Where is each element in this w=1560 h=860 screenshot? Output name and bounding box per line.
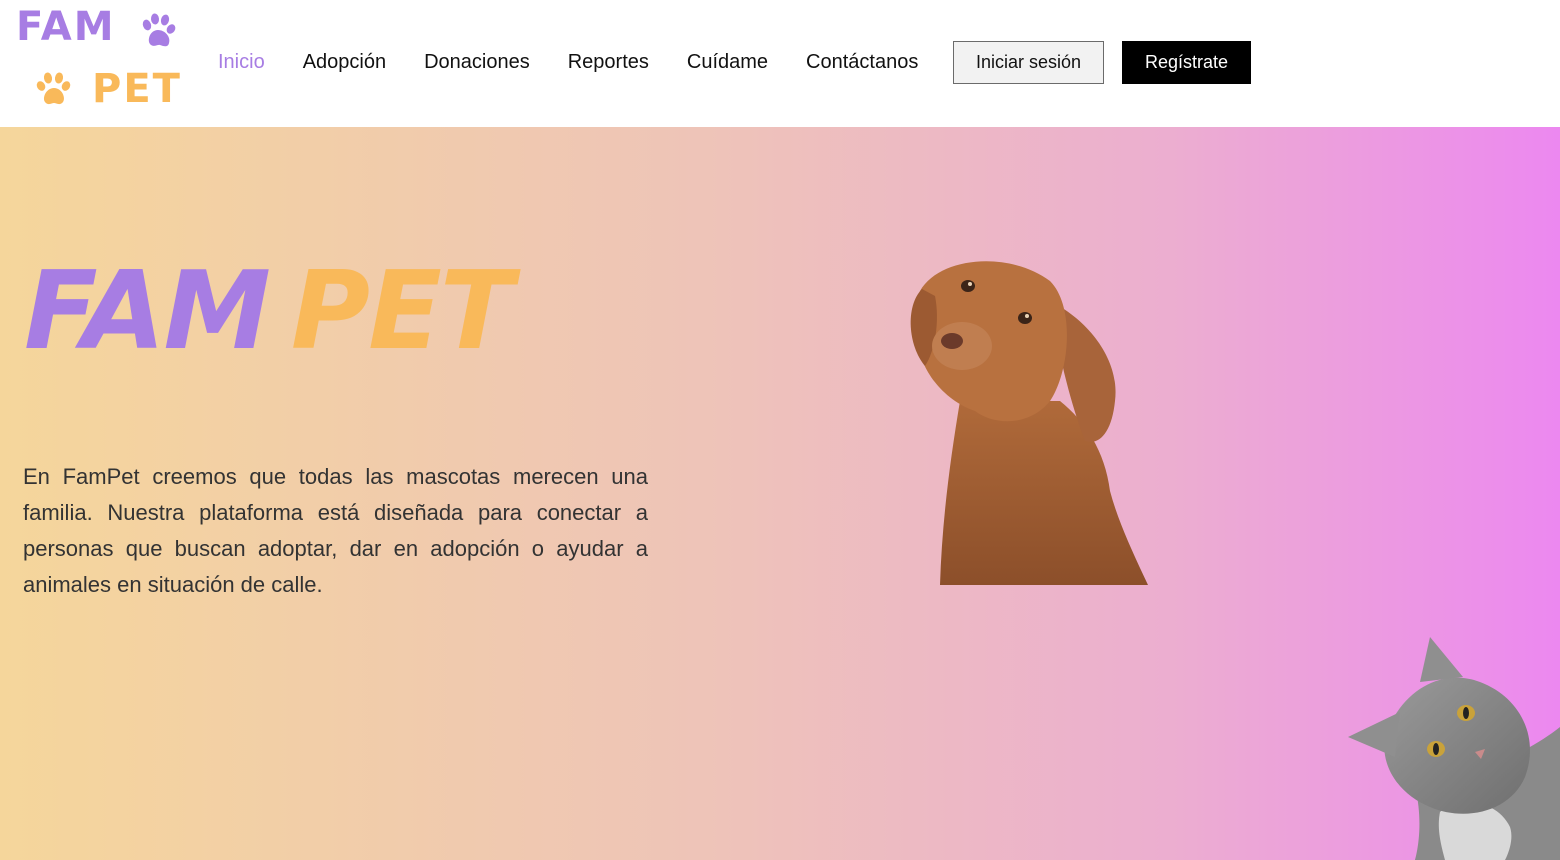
nav-link-adopcion[interactable]: Adopción [303,48,386,76]
main-nav: Inicio Adopción Donaciones Reportes Cuíd… [218,48,956,76]
nav-link-inicio[interactable]: Inicio [218,48,265,76]
cat-photo [1348,637,1560,860]
logo-text-fam: FAM [16,4,116,50]
fampet-logo[interactable]: FAM PET [14,4,194,116]
register-button[interactable]: Regístrate [1122,41,1251,84]
login-button[interactable]: Iniciar sesión [953,41,1104,84]
nav-link-donaciones[interactable]: Donaciones [424,48,530,76]
hero-description: En FamPet creemos que todas las mascotas… [23,464,648,597]
nav-link-reportes[interactable]: Reportes [568,48,649,76]
hero-section: FAM PET En FamPet creemos que todas las m… [0,127,1560,860]
hero-title: FAM PET [24,247,514,377]
site-header: FAM PET Inicio Adopción Donaciones Repor… [0,0,1560,127]
logo-text-pet: PET [92,66,182,112]
nav-link-cuidame[interactable]: Cuídame [687,48,768,76]
paw-icon [142,13,176,47]
nav-link-contactanos[interactable]: Contáctanos [806,48,918,76]
hero-title-pet: PET [290,249,514,374]
hero-title-fam: FAM [24,249,271,374]
dog-photo [910,261,1148,585]
paw-icon [36,72,71,105]
